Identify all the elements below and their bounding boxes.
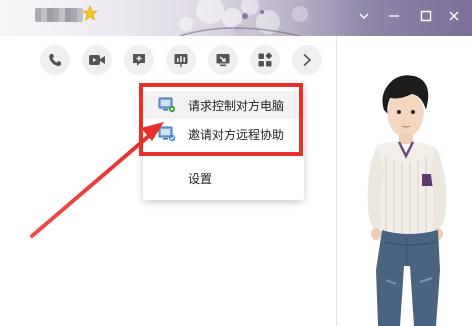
qq-chat-window: { "title_bar": { "contact_name": "", "bu…: [0, 0, 472, 326]
qq-show-avatar: [367, 75, 447, 326]
